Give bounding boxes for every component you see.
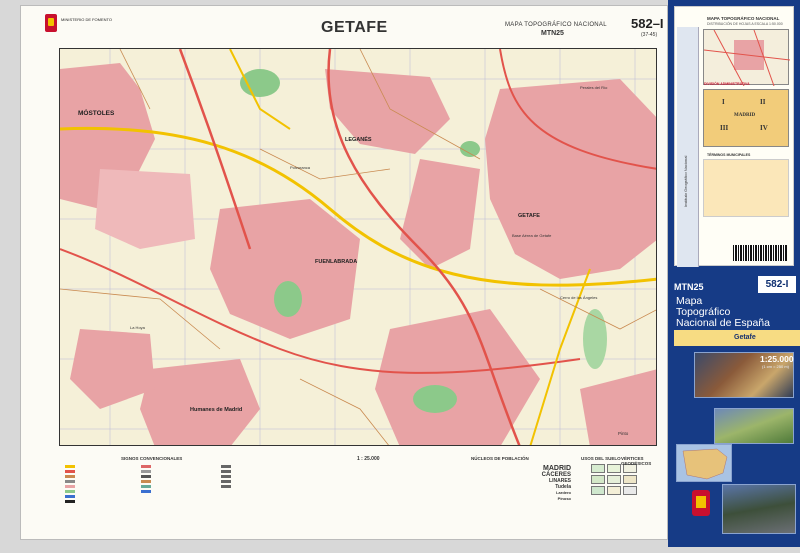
cover-blue: MTN25 582-I Mapa Topográfico Nacional de… [674, 268, 800, 553]
label-perales: Perales del Río [580, 85, 608, 90]
label-getafe: GETAFE [518, 213, 540, 219]
legend-land-use-grid [591, 464, 637, 495]
legend-usos-title: USOS DEL SUELO [581, 456, 621, 461]
label-mostoles: MÓSTOLES [78, 108, 115, 117]
label-leganes: LEGANÉS [345, 135, 372, 143]
series-name: MAPA TOPOGRÁFICO NACIONAL [505, 22, 607, 28]
sheet-title: GETAFE [321, 19, 388, 36]
terminos-title: TÉRMINOS MUNICIPALES [707, 153, 751, 157]
division-grid: DIVISIÓN ADMINISTRATIVA I II III IV MADR… [703, 82, 789, 147]
town-type-6: Pinoso [557, 496, 571, 501]
series-code: MTN25 [541, 30, 564, 37]
legend-col-2 [141, 464, 151, 494]
cover-panel: Instituto Geográfico Nacional MAPA TOPOG… [668, 0, 800, 547]
cover-place: Getafe [674, 330, 800, 346]
side-strip: Instituto Geográfico Nacional [677, 27, 699, 267]
park-cerro [583, 309, 607, 369]
index-title: MAPA TOPOGRÁFICO NACIONAL [707, 16, 780, 21]
urban-getafe-west [400, 159, 480, 269]
urban-humanes [140, 359, 260, 445]
label-fuenlabrada: FUENLABRADA [315, 259, 357, 265]
barcode [733, 245, 787, 261]
spain-coat-of-arms-icon [692, 490, 710, 516]
legend-col-1 [65, 464, 75, 504]
index-subtitle: DISTRIBUCIÓN DE HOJAS A ESCALA 1:50.000 [707, 22, 783, 26]
strip-text: Instituto Geográfico Nacional [683, 155, 688, 207]
legend-col-3 [221, 464, 231, 489]
grid-region: MADRID [734, 113, 756, 118]
urban-industrial-south [375, 309, 540, 445]
park-fuenlabrada [274, 281, 302, 317]
cover-photo-aerial [722, 484, 796, 534]
park-leganes [460, 141, 480, 157]
urban-getafe [485, 79, 656, 279]
label-base-aerea: Base Aérea de Getafe [512, 233, 552, 238]
map-canvas: MÓSTOLES LEGANÉS GETAFE FUENLABRADA Huma… [60, 49, 656, 445]
urban-fuenlabrada [210, 199, 360, 339]
park-south [413, 385, 457, 413]
legend-town-types: MADRID CÁCERES LINARES Tudela Lardero Pi… [501, 465, 571, 502]
coat-of-arms-icon [45, 14, 57, 32]
cover-brand: Mapa Topográfico Nacional de España [676, 296, 800, 329]
division-title: DIVISIÓN ADMINISTRATIVA [704, 82, 750, 86]
cover-photo-iberia [676, 444, 732, 482]
label-lahoya: La Hoya [130, 325, 146, 330]
brand-line-3: Nacional de España [676, 317, 770, 329]
cover-scale: 1:25.000 [760, 354, 794, 364]
cover-scale-note: (1 cm = 250 m) [762, 364, 790, 369]
label-humanes: Humanes de Madrid [190, 407, 242, 413]
label-polvoranca: Polvoranca [290, 165, 311, 170]
grid-label-4: IV [760, 124, 768, 132]
grid-label-3: III [720, 124, 729, 132]
legend-signos-title: SIGNOS CONVENCIONALES [121, 456, 183, 461]
urban-leganes [325, 69, 450, 154]
sheet-subnumber: (37-45) [641, 32, 658, 38]
topographic-map[interactable]: MÓSTOLES LEGANÉS GETAFE FUENLABRADA Huma… [59, 48, 657, 446]
index-map-thumbnail[interactable] [703, 29, 791, 87]
cover-sheet-number: 582-I [758, 276, 796, 293]
grid-label-2: II [760, 98, 766, 106]
legend-vertices-title: VÉRTICES GEODÉSICOS [621, 456, 652, 466]
label-pinto: Pinto [618, 431, 629, 436]
index-panel: Instituto Geográfico Nacional MAPA TOPOG… [674, 6, 794, 267]
cover-photo-landscape [714, 408, 794, 444]
map-legend: SIGNOS CONVENCIONALES 1 : 25.000 NÚCLEOS… [61, 456, 657, 538]
legend-scale: 1 : 25.000 [357, 456, 380, 462]
map-sheet: MINISTERIO DE FOMENTO GETAFE MAPA TOPOGR… [20, 5, 668, 540]
legend-nucleos-title: NÚCLEOS DE POBLACIÓN [471, 456, 529, 461]
cover-series-code: MTN25 [674, 282, 704, 292]
grid-label-1: I [722, 98, 725, 106]
sheet-number: 582–I [631, 16, 664, 31]
ministry-logo: MINISTERIO DE FOMENTO [45, 14, 137, 36]
terminos-table [703, 159, 789, 217]
ministry-name: MINISTERIO DE FOMENTO [61, 17, 113, 22]
label-cerro: Cerro de los Ángeles [560, 295, 597, 300]
urban-south-west [70, 329, 155, 409]
